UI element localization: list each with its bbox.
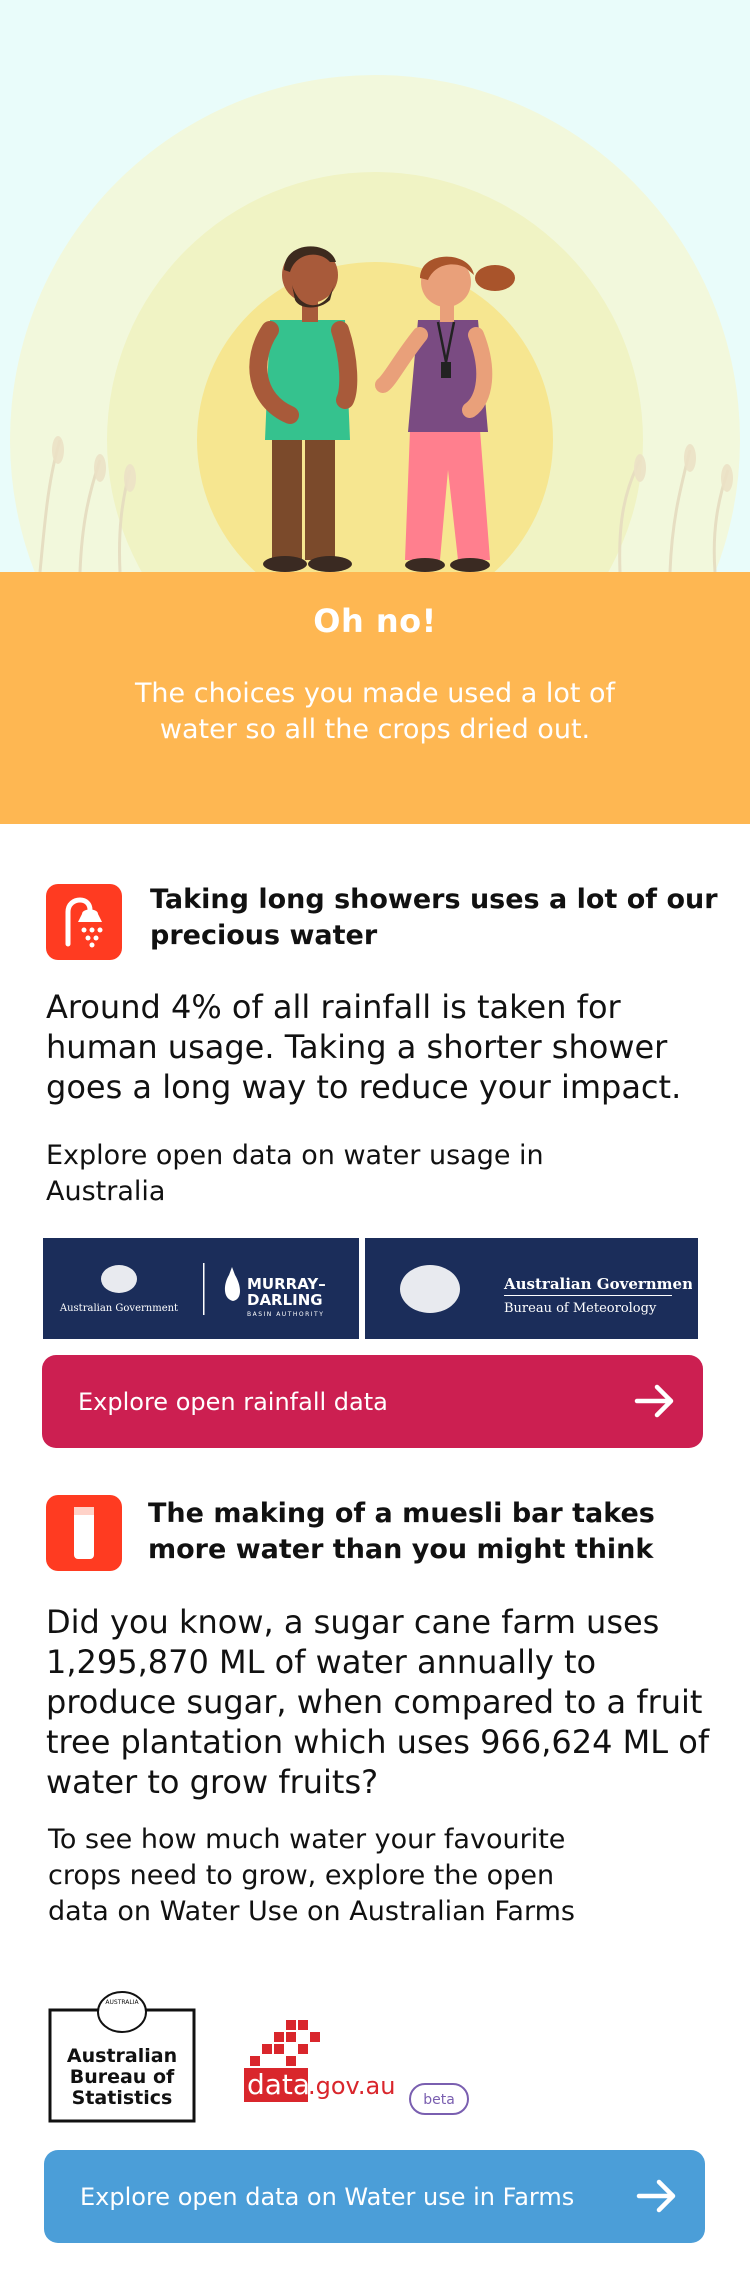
abs-line-1: Australian (67, 2045, 177, 2067)
muesli-bar-icon (46, 1495, 122, 1571)
result-message: The choices you made used a lot of water… (134, 678, 616, 745)
result-title: Oh no! (313, 602, 437, 640)
mdba-name-2: DARLING (247, 1291, 323, 1309)
datagov-domain: .gov.au (308, 2072, 395, 2100)
section-shower-explore-text: Explore open data on water usage in Aust… (46, 1140, 544, 1207)
result-banner: Oh no! The choices you made used a lot o… (0, 572, 750, 824)
abs-line-2: Bureau of (70, 2066, 175, 2088)
mdba-gov-text: Australian Government (59, 1303, 178, 1314)
mdba-sub: BASIN AUTHORITY (247, 1311, 324, 1318)
datagov-main: data (247, 2068, 310, 2101)
shower-icon (46, 884, 122, 960)
bom-logo: Australian Government Bureau of Meteorol… (365, 1238, 698, 1339)
arrow-right-icon (636, 2179, 676, 2213)
results-page: Oh no! The choices you made used a lot o… (0, 0, 750, 2274)
explore-farms-button[interactable]: Explore open data on Water use in Farms (44, 2150, 705, 2243)
mdba-logo: Australian Government MURRAY– DARLING BA… (43, 1238, 359, 1339)
explore-farms-label: Explore open data on Water use in Farms (80, 2182, 575, 2211)
section-shower-title: Taking long showers uses a lot of our pr… (150, 884, 718, 951)
sun-and-people-illustration (10, 75, 740, 572)
bom-name-text: Bureau of Meteorology (504, 1301, 657, 1316)
abs-logo: AUSTRALIA Australian Bureau of Statistic… (48, 1990, 196, 2123)
datagov-beta: beta (423, 2092, 455, 2108)
section-shower-body: Around 4% of all rainfall is taken for h… (46, 988, 682, 1106)
hero-illustration (0, 0, 750, 572)
explore-rainfall-button[interactable]: Explore open rainfall data (42, 1355, 703, 1448)
arrow-right-icon (634, 1384, 674, 1418)
abs-crest-text: AUSTRALIA (105, 1999, 139, 2006)
abs-line-3: Statistics (72, 2087, 173, 2109)
section-muesli-body: Did you know, a sugar cane farm uses 1,2… (46, 1603, 710, 1801)
bom-gov-text: Australian Government (503, 1275, 692, 1293)
section-muesli-explore-text: To see how much water your favourite cro… (48, 1824, 575, 1927)
section-muesli-title: The making of a muesli bar takes more wa… (148, 1498, 655, 1565)
datagov-logo: data .gov.au beta (240, 2018, 480, 2118)
explore-rainfall-label: Explore open rainfall data (78, 1387, 388, 1416)
